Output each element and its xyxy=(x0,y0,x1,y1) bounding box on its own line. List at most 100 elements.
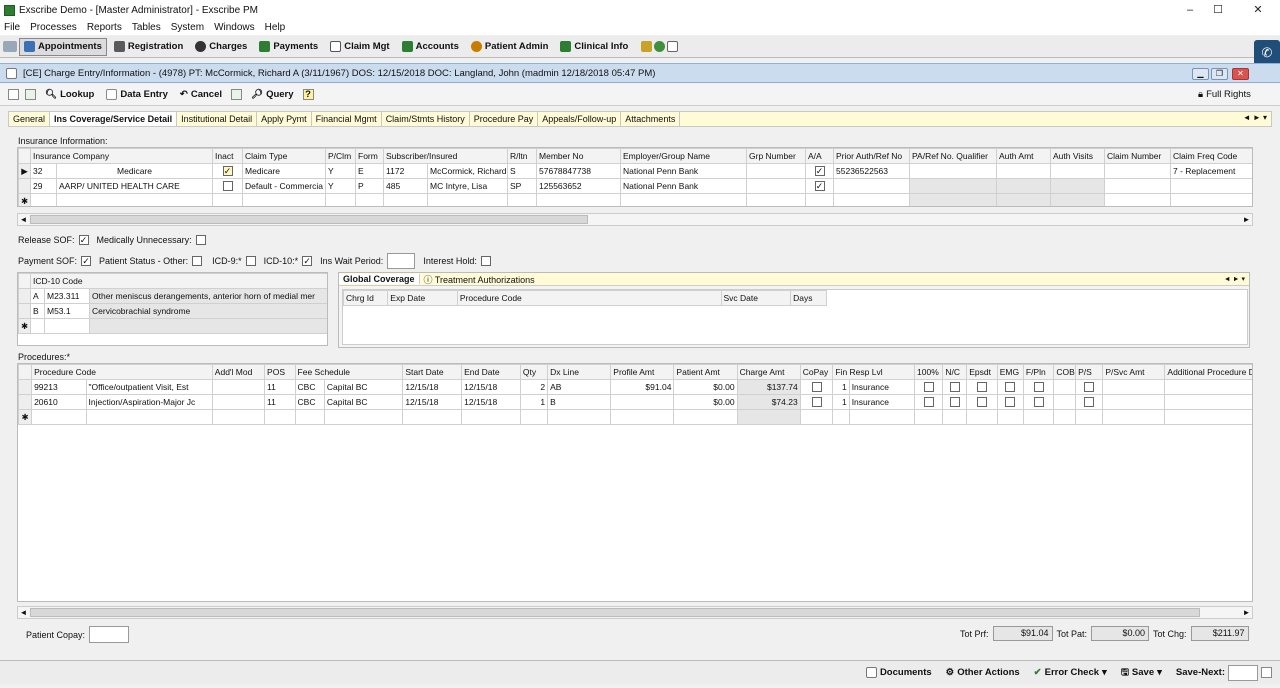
col-profile-amt[interactable]: Profile Amt xyxy=(610,364,675,380)
fpln-checkbox[interactable] xyxy=(1033,382,1044,393)
payment-sof-checkbox[interactable]: ✓ xyxy=(81,256,92,266)
menu-reports[interactable]: Reports xyxy=(87,22,122,33)
copay-checkbox[interactable] xyxy=(811,397,822,408)
col-rltn[interactable]: R/ltn xyxy=(507,148,538,164)
cell-employer[interactable]: National Penn Bank xyxy=(620,163,748,179)
col-aa[interactable]: A/A xyxy=(805,148,835,164)
cell-ins-num[interactable]: 29 xyxy=(30,178,57,194)
col-fee-schedule[interactable]: Fee Schedule xyxy=(294,364,404,380)
table-row[interactable]: 99213 "Office/outpatient Visit, Est 11 C… xyxy=(18,379,1252,395)
nc-checkbox[interactable] xyxy=(949,397,960,408)
cell-dx[interactable]: AB xyxy=(547,379,612,395)
cell-sub-num[interactable]: 1172 xyxy=(383,163,429,179)
col-member-no[interactable]: Member No xyxy=(536,148,622,164)
tab-treatment-authorizations[interactable]: ⓘ Treatment Authorizations xyxy=(420,273,539,286)
tab-procedure-pay[interactable]: Procedure Pay xyxy=(470,112,539,126)
emg-checkbox[interactable] xyxy=(1005,382,1016,393)
coverage-tab-arrows[interactable]: ◄ ► ▾ xyxy=(1224,275,1249,283)
col-procedure-code[interactable]: Procedure Code xyxy=(456,290,722,306)
tab-global-coverage[interactable]: Global Coverage xyxy=(339,274,420,284)
scroll-right-icon[interactable]: ► xyxy=(1241,214,1252,225)
col-copay[interactable]: CoPay xyxy=(799,364,834,380)
copay-checkbox[interactable] xyxy=(811,382,822,393)
cell-patient-amt[interactable]: $0.00 xyxy=(673,379,738,395)
form-restore-button[interactable]: ❐ xyxy=(1211,68,1228,80)
patient-copay-input[interactable] xyxy=(89,626,130,643)
globe-icon[interactable] xyxy=(654,41,666,52)
col-epsdt[interactable]: Epsdt xyxy=(966,364,998,380)
cell-pos[interactable]: 11 xyxy=(264,379,296,395)
cell-pos[interactable]: 11 xyxy=(264,394,296,410)
col-procedure-code[interactable]: Procedure Code xyxy=(31,364,213,380)
maximize-button[interactable]: ☐ xyxy=(1206,2,1230,18)
new-row[interactable]: ✱ xyxy=(18,193,1252,206)
cell-subscriber[interactable]: McCormick, Richard xyxy=(427,163,509,179)
cell-pclm[interactable]: Y xyxy=(325,163,357,179)
col-psvc-amt[interactable]: P/Svc Amt xyxy=(1102,364,1166,380)
table-row[interactable]: A M23.311 Other meniscus derangements, ant… xyxy=(18,288,327,304)
forward-arrow-icon[interactable] xyxy=(25,89,36,100)
col-subscriber[interactable]: Subscriber/Insured xyxy=(383,148,509,164)
release-sof-checkbox[interactable]: ✓ xyxy=(78,235,89,245)
appointments-button[interactable]: Appointments xyxy=(19,37,107,56)
new-row[interactable]: ✱ xyxy=(18,409,1252,425)
cell-fee[interactable]: CBC xyxy=(294,394,325,410)
scroll-thumb[interactable] xyxy=(30,215,588,224)
col-fpln[interactable]: F/Pln xyxy=(1022,364,1055,380)
minimize-button[interactable]: – xyxy=(1178,2,1202,18)
col-fin-resp-lvl[interactable]: Fin Resp Lvl xyxy=(832,364,916,380)
cell-addl-mod[interactable] xyxy=(211,394,266,410)
row-selector[interactable] xyxy=(18,178,31,194)
col-pos[interactable]: POS xyxy=(264,364,296,380)
table-row[interactable]: 20610 Injection/Aspiration-Major Jc 11 C… xyxy=(18,394,1252,410)
tab-appeals[interactable]: Appeals/Follow-up xyxy=(538,112,622,126)
cell-dx[interactable]: B xyxy=(547,394,612,410)
col-claim-type[interactable]: Claim Type xyxy=(242,148,327,164)
form-minimize-button[interactable]: ▁ xyxy=(1192,68,1209,80)
cell-start-date[interactable]: 12/15/18 xyxy=(402,379,463,395)
cell-start-date[interactable]: 12/15/18 xyxy=(402,394,463,410)
save-button[interactable]: 🖫 Save ▾ xyxy=(1121,665,1162,681)
icd9-checkbox[interactable] xyxy=(245,256,256,266)
epsdt-checkbox[interactable] xyxy=(977,382,987,393)
col-form[interactable]: Form xyxy=(355,148,385,164)
insurance-hscroll[interactable]: ◄ ► xyxy=(17,213,1253,226)
cell-freq[interactable]: 7 - Replacement xyxy=(1170,163,1252,179)
save-next-button[interactable] xyxy=(1261,667,1272,678)
col-days[interactable]: Days xyxy=(790,290,827,306)
chevron-down-icon[interactable]: ▾ xyxy=(1157,667,1162,678)
pct100-checkbox[interactable] xyxy=(923,382,934,393)
scroll-left-icon[interactable]: ◄ xyxy=(18,214,29,225)
documents-button[interactable]: Documents xyxy=(865,667,932,678)
epsdt-checkbox[interactable] xyxy=(977,397,987,408)
tab-claim-history[interactable]: Claim/Stmts History xyxy=(382,112,470,126)
cell-proc-code[interactable]: 20610 xyxy=(31,394,87,410)
new-row-marker[interactable]: ✱ xyxy=(18,409,33,425)
inact-checkbox[interactable] xyxy=(222,181,233,192)
table-row[interactable]: B M53.1 Cervicobrachial syndrome xyxy=(18,303,327,319)
payments-button[interactable]: Payments xyxy=(254,38,323,56)
cell-prior-auth[interactable] xyxy=(833,178,911,194)
cancel-button[interactable]: ↶ Cancel xyxy=(177,89,225,100)
back-arrow-icon[interactable] xyxy=(8,89,19,100)
fpln-checkbox[interactable] xyxy=(1033,397,1044,408)
col-claim-freq[interactable]: Claim Freq Code xyxy=(1170,148,1252,164)
col-end-date[interactable]: End Date xyxy=(461,364,521,380)
col-insurance-company[interactable]: Insurance Company xyxy=(29,148,214,164)
cell-ins-num[interactable]: 32 xyxy=(30,163,57,179)
cell-patient-amt[interactable]: $0.00 xyxy=(673,394,738,410)
help-icon[interactable]: ? xyxy=(302,89,314,100)
cell-form[interactable]: E xyxy=(355,163,385,179)
cell-proc-code[interactable]: 99213 xyxy=(31,379,87,395)
mail-icon[interactable] xyxy=(667,41,679,52)
tab-ins-coverage[interactable]: Ins Coverage/Service Detail xyxy=(50,112,178,126)
cell-pa-qual[interactable] xyxy=(909,178,998,194)
new-row-marker[interactable]: ✱ xyxy=(18,318,31,334)
medically-unnecessary-checkbox[interactable] xyxy=(195,235,206,245)
tab-scroll-arrows[interactable]: ◄ ► ▾ xyxy=(1239,112,1271,126)
new-row-marker[interactable]: ✱ xyxy=(18,193,31,206)
tab-attachments[interactable]: Attachments xyxy=(621,112,681,126)
col-icd10-code[interactable]: ICD-10 Code xyxy=(30,273,327,289)
col-emg[interactable]: EMG xyxy=(996,364,1024,380)
icd-code[interactable]: M53.1 xyxy=(44,303,90,319)
